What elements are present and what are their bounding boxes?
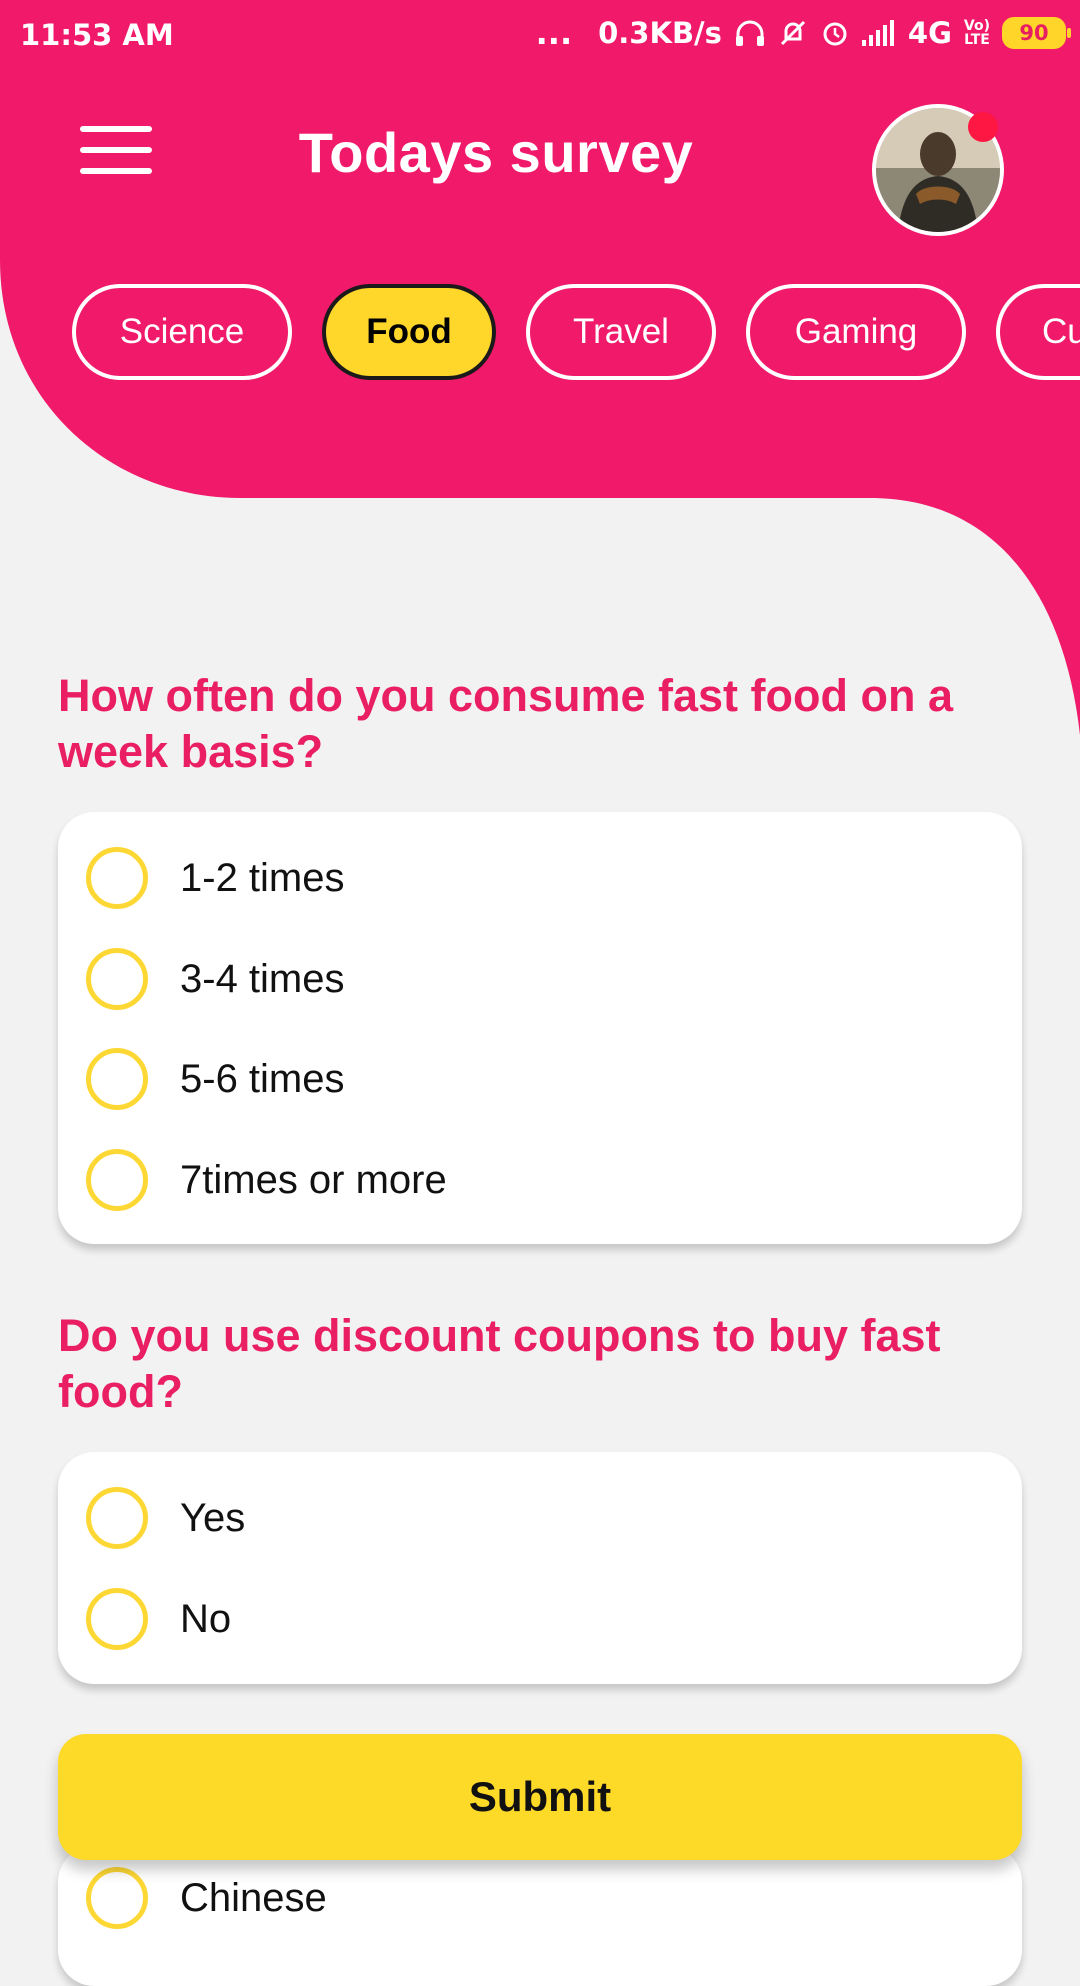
question-2-text: Do you use discount coupons to buy fast … <box>58 1310 941 1417</box>
tab-food[interactable]: Food <box>322 284 496 380</box>
option-no[interactable]: No <box>86 1579 231 1659</box>
tab-travel[interactable]: Travel <box>526 284 716 380</box>
network-speed: 0.3KB/s <box>598 16 722 50</box>
question-2-options: Yes No <box>58 1452 1022 1684</box>
network-type: 4G <box>907 16 952 50</box>
radio-button[interactable] <box>86 948 148 1010</box>
option-chinese[interactable]: Chinese <box>86 1858 327 1938</box>
tab-gaming[interactable]: Gaming <box>746 284 966 380</box>
option-5-6-times[interactable]: 5-6 times <box>86 1039 345 1119</box>
radio-button[interactable] <box>86 847 148 909</box>
option-7-times-or-more[interactable]: 7times or more <box>86 1140 447 1220</box>
question-1-text: How often do you consume fast food on a … <box>58 670 953 777</box>
option-label: 1-2 times <box>180 855 345 900</box>
more-dots: ... <box>535 14 573 52</box>
option-label: No <box>180 1596 232 1641</box>
radio-button[interactable] <box>86 1487 148 1549</box>
status-time: 11:53 AM <box>20 18 174 52</box>
question-1-options: 1-2 times 3-4 times 5-6 times 7times or … <box>58 812 1022 1244</box>
status-icons: ... 0.3KB/s 4G Vo) LTE 90 <box>535 14 1071 52</box>
option-label: 3-4 times <box>180 956 345 1001</box>
option-label: 5-6 times <box>180 1056 345 1101</box>
status-bar: 11:53 AM ... 0.3KB/s 4G Vo) LTE 90 <box>0 0 1080 76</box>
question-3-options-partial: Chinese <box>58 1846 1022 1986</box>
volte-line2: LTE <box>964 32 990 48</box>
submit-button[interactable]: Submit <box>58 1734 1022 1860</box>
radio-button[interactable] <box>86 1149 148 1211</box>
option-3-4-times[interactable]: 3-4 times <box>86 939 345 1019</box>
signal-icon <box>861 20 894 46</box>
tab-science[interactable]: Science <box>72 284 292 380</box>
option-yes[interactable]: Yes <box>86 1478 245 1558</box>
app-header: Todays survey <box>0 76 1080 236</box>
option-label: 7times or more <box>180 1157 447 1202</box>
tab-cu[interactable]: Cu <box>996 284 1080 380</box>
volte-line1: Vo) <box>963 18 990 34</box>
option-1-2-times[interactable]: 1-2 times <box>86 838 345 918</box>
radio-button[interactable] <box>86 1588 148 1650</box>
headphones-icon <box>735 20 764 46</box>
category-tabs: Science Food Travel Gaming Cu <box>0 284 1080 388</box>
notifications-off-icon <box>780 20 805 46</box>
option-label: Chinese <box>180 1875 327 1920</box>
notification-dot <box>968 112 998 142</box>
volte-badge: Vo) LTE <box>964 19 990 47</box>
battery-indicator: 90 <box>1002 17 1071 49</box>
alarm-icon <box>823 22 847 46</box>
radio-button[interactable] <box>86 1048 148 1110</box>
option-label: Yes <box>180 1495 246 1540</box>
